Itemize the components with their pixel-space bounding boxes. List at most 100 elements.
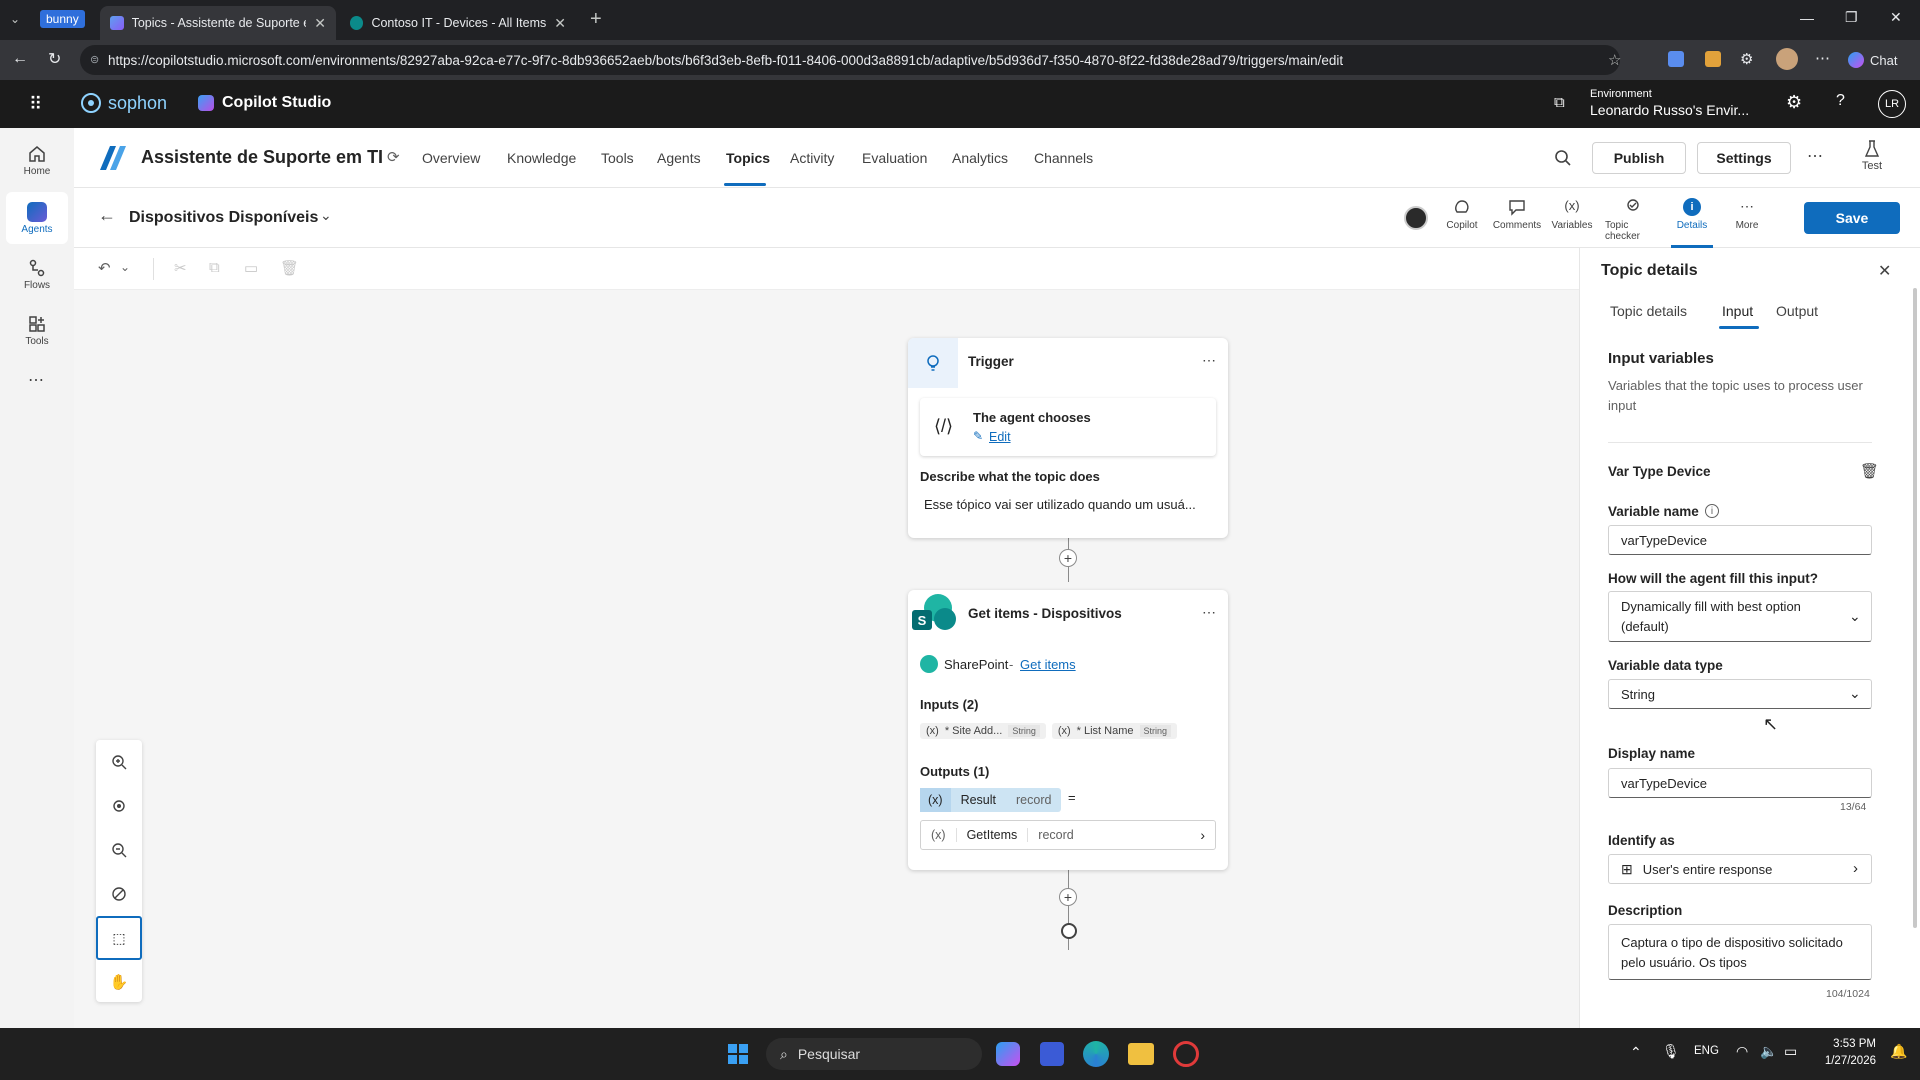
tab-knowledge[interactable]: Knowledge [507,150,576,166]
tab-analytics[interactable]: Analytics [952,150,1008,166]
publish-button[interactable]: Publish [1592,142,1686,174]
comments-tool-button[interactable]: Comments [1492,198,1542,231]
favorite-star-icon[interactable]: ☆ [1608,51,1621,69]
app-launcher-icon[interactable]: ⠿ [29,94,43,115]
panel-tab-input[interactable]: Input [1722,303,1753,319]
environment-picker[interactable]: Environment Leonardo Russo's Envir... [1590,86,1749,118]
reload-icon[interactable]: ↻ [48,49,61,69]
collaborator-avatar[interactable] [1404,206,1428,230]
paste-icon[interactable]: ▭ [244,259,258,277]
profile-badge[interactable]: bunny [40,10,85,28]
variable-name-field[interactable]: varTypeDevice [1608,525,1872,555]
more-options-icon[interactable]: ⋯ [1807,146,1823,166]
rail-item-agents[interactable]: Agents [6,192,68,244]
tab-evaluation[interactable]: Evaluation [862,150,927,166]
microphone-icon[interactable]: 🎙 [1662,1043,1680,1060]
url-field[interactable]: ⊜ https://copilotstudio.microsoft.com/en… [80,45,1620,75]
test-button[interactable]: Test [1852,140,1892,172]
describe-value[interactable]: Esse tópico vai ser utilizado quando um … [924,497,1196,512]
close-tab-icon[interactable]: ✕ [314,15,326,32]
recenter-button[interactable] [96,784,142,828]
new-tab-icon[interactable]: + [590,8,602,31]
help-icon[interactable]: ? [1836,92,1845,110]
panel-scrollbar[interactable] [1913,288,1917,928]
browser-tab-topics[interactable]: Topics - Assistente de Suporte em ✕ [100,6,336,40]
data-type-dropdown[interactable]: String ⌄ [1608,679,1872,709]
battery-icon[interactable]: ▭ [1784,1043,1797,1060]
brand-logo[interactable]: sophon [80,92,167,114]
edit-link[interactable]: Edit [989,430,1011,444]
extension-icon[interactable] [1668,51,1684,67]
app-icon[interactable] [1173,1041,1199,1067]
close-tab-icon[interactable]: ✕ [554,15,566,32]
delete-icon[interactable]: 🗑 [280,259,299,277]
identify-as-field[interactable]: ⊞ User's entire response › [1608,854,1872,884]
clock[interactable]: 3:53 PM 1/27/2026 [1820,1036,1876,1070]
tab-list-icon[interactable]: ⌄ [10,12,20,26]
edge-app-icon[interactable] [1083,1041,1109,1067]
get-items-node[interactable]: S Get items - Dispositivos ⋯ SharePoint … [908,590,1228,870]
close-window-icon[interactable]: ✕ [1890,9,1902,26]
search-icon[interactable] [1554,149,1572,167]
rail-item-flows[interactable]: Flows [6,248,68,300]
zoom-in-button[interactable] [96,740,142,784]
extension-icon[interactable] [1705,51,1721,67]
notifications-icon[interactable]: 🔔 [1890,1043,1907,1060]
chat-button[interactable]: Chat [1848,46,1914,74]
wifi-icon[interactable]: ◠ [1736,1043,1748,1060]
browser-tab-contoso[interactable]: Contoso IT - Devices - All Items ✕ [340,6,576,40]
input-chip[interactable]: (x) * List Name String [1051,723,1178,739]
file-explorer-icon[interactable] [1128,1043,1154,1065]
copilot-tool-button[interactable]: Copilot [1437,198,1487,231]
close-panel-icon[interactable]: ✕ [1878,261,1891,281]
show-hidden-icons-icon[interactable]: ⌃ [1630,1044,1642,1061]
output-assign-field[interactable]: (x) GetItems record › [920,820,1216,850]
tab-channels[interactable]: Channels [1034,150,1093,166]
more-rail-icon[interactable]: ⋯ [28,370,44,390]
tab-overview[interactable]: Overview [422,150,480,166]
rail-item-home[interactable]: Home [6,134,68,186]
add-node-button[interactable]: + [1059,888,1077,906]
language-indicator[interactable]: ENG [1694,1045,1719,1057]
browser-menu-icon[interactable]: ⋯ [1815,49,1830,67]
back-arrow-icon[interactable]: ← [98,205,116,226]
volume-icon[interactable]: 🔈 [1760,1043,1777,1060]
fill-input-dropdown[interactable]: Dynamically fill with best option (defau… [1608,591,1872,642]
minimize-icon[interactable]: — [1800,10,1814,26]
panel-tab-topic-details[interactable]: Topic details [1610,303,1687,319]
profile-avatar[interactable] [1776,48,1798,70]
node-menu-icon[interactable]: ⋯ [1202,352,1216,369]
extensions-puzzle-icon[interactable]: ⚙ [1740,50,1753,68]
zoom-out-button[interactable] [96,828,142,872]
settings-button[interactable]: Settings [1697,142,1791,174]
input-chip[interactable]: (x) * Site Add... String [920,723,1046,739]
panel-tab-output[interactable]: Output [1776,303,1818,319]
topic-dropdown-chevron-icon[interactable]: ⌄ [320,207,332,224]
site-info-icon[interactable]: ⊜ [90,53,99,66]
back-icon[interactable]: ← [12,50,28,68]
rail-item-tools[interactable]: Tools [6,304,68,356]
select-mode-button[interactable]: ⬚ [96,916,142,960]
windows-start-icon[interactable] [727,1043,749,1065]
copy-icon[interactable]: ⧉ [209,259,220,276]
undo-dropdown-icon[interactable]: ⌄ [120,260,130,274]
variables-tool-button[interactable]: (x) Variables [1547,198,1597,231]
action-link[interactable]: Get items [1020,657,1076,672]
tab-tools[interactable]: Tools [601,150,634,166]
description-field[interactable]: Captura o tipo de dispositivo solicitado… [1608,924,1872,980]
topic-checker-tool-button[interactable]: Topic checker [1605,198,1663,242]
restore-icon[interactable]: ❐ [1845,9,1858,26]
taskbar-search[interactable]: ⌕ Pesquisar [766,1038,982,1070]
add-node-button[interactable]: + [1059,549,1077,567]
teams-app-icon[interactable] [1040,1042,1064,1066]
trigger-node[interactable]: Trigger ⋯ ⟨/⟩ The agent chooses ✎ Edit D… [908,338,1228,538]
agent-status-icon[interactable]: ⟳ [387,148,400,166]
delete-variable-icon[interactable]: 🗑 [1860,462,1879,480]
copilot-app-icon[interactable] [996,1042,1020,1066]
cut-icon[interactable]: ✂ [174,259,187,277]
user-avatar[interactable]: LR [1878,90,1906,118]
tab-agents[interactable]: Agents [657,150,701,166]
settings-gear-icon[interactable]: ⚙ [1786,92,1802,113]
tab-activity[interactable]: Activity [790,150,834,166]
tab-topics[interactable]: Topics [726,150,770,166]
